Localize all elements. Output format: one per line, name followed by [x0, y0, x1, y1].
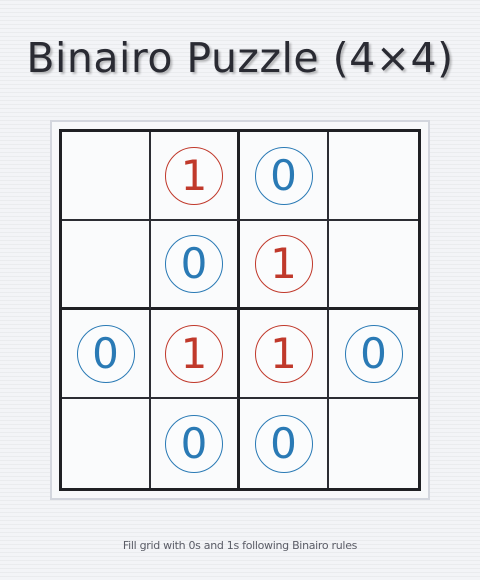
grid-cell-r3c4[interactable]: 0: [329, 310, 418, 399]
grid-cell-r4c1[interactable]: [62, 399, 151, 488]
grid-cell-r4c4[interactable]: [329, 399, 418, 488]
puzzle-grid: 1 0 0 1 0 1 1 0 0 0: [59, 129, 421, 491]
cell-value: 0: [344, 324, 403, 383]
instructions-text: Fill grid with 0s and 1s following Binai…: [122, 539, 358, 552]
grid-cell-r2c4[interactable]: [329, 221, 418, 310]
cell-value: 0: [165, 414, 223, 473]
grid-cell-r3c3[interactable]: 1: [240, 310, 329, 399]
cell-value: 1: [165, 324, 223, 383]
grid-cell-r2c3[interactable]: 1: [240, 221, 329, 310]
grid-cell-r1c3[interactable]: 0: [240, 132, 329, 221]
cell-value: 0: [76, 324, 135, 383]
grid-cell-r3c1[interactable]: 0: [62, 310, 151, 399]
grid-cell-r2c1[interactable]: [62, 221, 151, 310]
grid-cell-r1c2[interactable]: 1: [151, 132, 240, 221]
grid-cell-r3c2[interactable]: 1: [151, 310, 240, 399]
cell-value: 1: [254, 235, 313, 293]
cell-value: 0: [254, 414, 313, 473]
cell-value: 1: [165, 146, 223, 205]
grid-cell-r1c1[interactable]: [62, 132, 151, 221]
cell-value: 1: [254, 324, 313, 383]
page-title: Binairo Puzzle (4×4): [26, 34, 454, 82]
grid-cell-r2c2[interactable]: 0: [151, 221, 240, 310]
cell-value: 0: [254, 146, 313, 205]
grid-cell-r1c4[interactable]: [329, 132, 418, 221]
grid-cell-r4c3[interactable]: 0: [240, 399, 329, 488]
grid-cell-r4c2[interactable]: 0: [151, 399, 240, 488]
cell-value: 0: [165, 235, 223, 293]
